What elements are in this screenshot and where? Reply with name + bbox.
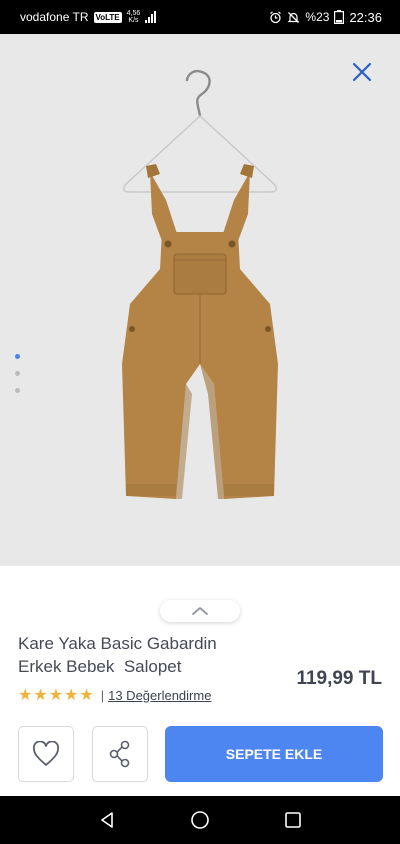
- signal-icon: [145, 11, 157, 23]
- nav-home-button[interactable]: [180, 800, 220, 840]
- product-info-panel: Kare Yaka Basic Gabardin Erkek Bebek Sal…: [0, 566, 400, 796]
- gallery-dot[interactable]: [15, 354, 20, 359]
- status-bar: vodafone TR VoLTE 4,56 K/s %23 22:36: [0, 0, 400, 34]
- battery-icon: [334, 10, 345, 24]
- heart-icon: [32, 741, 60, 766]
- product-price: 119,99 TL: [296, 668, 382, 689]
- product-title: Kare Yaka Basic Gabardin Erkek Bebek Sal…: [18, 634, 217, 676]
- close-icon[interactable]: [350, 60, 374, 84]
- carrier-name: vodafone TR: [20, 10, 89, 24]
- product-image: [122, 69, 278, 499]
- chevron-up-icon: [192, 607, 208, 615]
- rating-separator: |: [100, 687, 105, 703]
- gallery-indicator: [15, 354, 20, 393]
- mute-bell-icon: [287, 11, 300, 23]
- alarm-icon: [270, 11, 282, 23]
- favorite-button[interactable]: [18, 726, 74, 782]
- gallery-dot[interactable]: [15, 371, 20, 376]
- add-to-cart-button[interactable]: SEPETE EKLE: [165, 726, 383, 782]
- back-triangle-icon: [100, 812, 113, 828]
- home-circle-icon: [191, 811, 209, 829]
- network-speed: 4,56 K/s: [126, 10, 141, 24]
- action-bar: SEPETE EKLE: [0, 726, 400, 782]
- share-icon: [109, 740, 130, 768]
- nav-back-button[interactable]: [87, 800, 127, 840]
- app-root: vodafone TR VoLTE 4,56 K/s %23 22:36 Kar…: [0, 0, 400, 844]
- reviews-link[interactable]: 13 Değerlendirme: [108, 688, 211, 703]
- share-button[interactable]: [92, 726, 148, 782]
- system-nav-bar: [0, 796, 400, 844]
- expand-details-button[interactable]: [160, 600, 240, 622]
- volte-badge: VoLTE: [93, 11, 122, 23]
- product-rating: ★★★★★ | 13 Değerlendirme: [18, 685, 211, 705]
- product-gallery[interactable]: [0, 34, 400, 566]
- battery-level: %23: [305, 10, 330, 24]
- recents-square-icon: [285, 812, 302, 828]
- rating-stars: ★★★★★: [18, 687, 95, 704]
- clock: 22:36: [349, 9, 382, 25]
- gallery-dot[interactable]: [15, 388, 20, 393]
- nav-recents-button[interactable]: [273, 800, 313, 840]
